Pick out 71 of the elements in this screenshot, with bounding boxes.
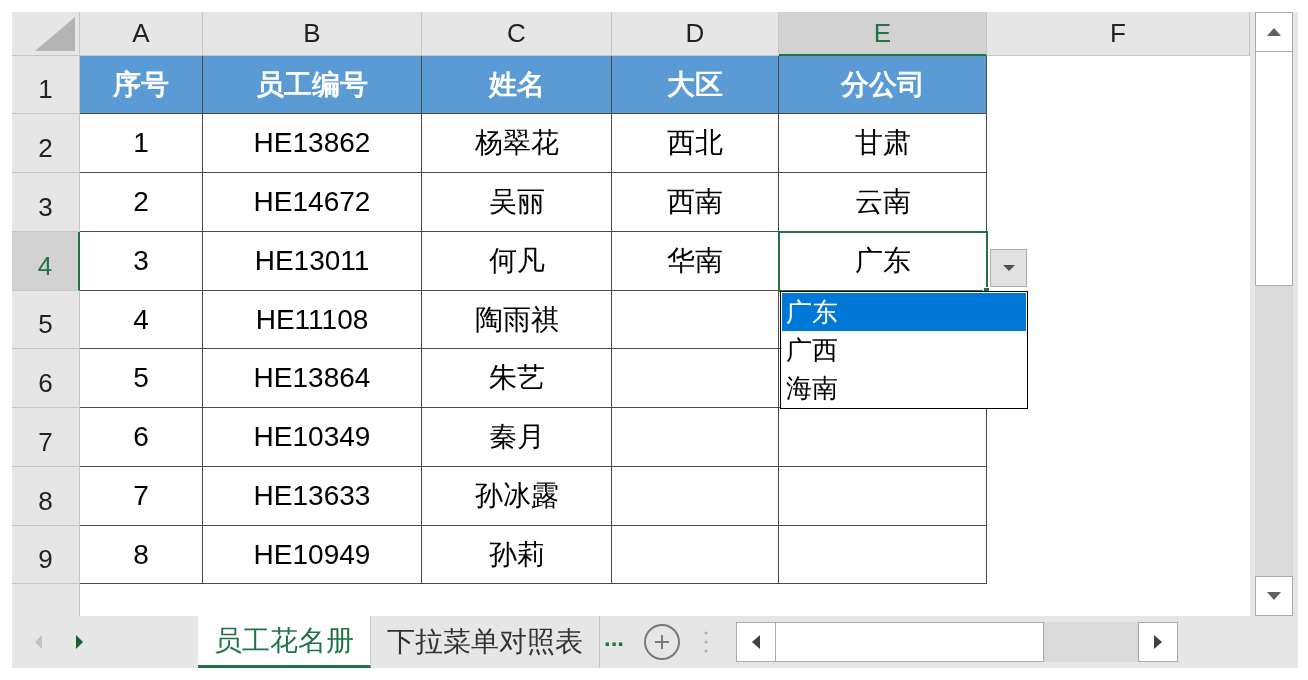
table-cell: 5 — [80, 349, 203, 408]
more-tabs-ellipsis[interactable]: ... — [604, 626, 624, 650]
left-arrow-icon — [34, 635, 42, 649]
table-cell: 8 — [80, 526, 203, 584]
left-arrow-icon — [752, 635, 760, 649]
dropdown-button[interactable] — [990, 249, 1027, 287]
table-cell[interactable]: 广东 — [779, 232, 987, 291]
table-cell: 吴丽 — [422, 173, 612, 232]
row-header[interactable]: 3 — [12, 173, 80, 232]
table-cell: HE11108 — [203, 291, 422, 349]
table-cell: 朱艺 — [422, 349, 612, 408]
header-cell: 员工编号 — [203, 56, 422, 114]
table-cell: 3 — [80, 232, 203, 291]
new-sheet-button[interactable] — [644, 624, 680, 660]
table-cell: HE10349 — [203, 408, 422, 467]
row-header[interactable]: 1 — [12, 56, 80, 114]
header-cell: 序号 — [80, 56, 203, 114]
table-cell: 西北 — [612, 114, 779, 173]
plus-icon — [654, 634, 670, 650]
table-cell: 甘肃 — [779, 114, 987, 173]
dropdown-option[interactable]: 广西 — [782, 331, 1026, 369]
table-cell: 云南 — [779, 173, 987, 232]
table-cell: 陶雨祺 — [422, 291, 612, 349]
table-cell: HE13862 — [203, 114, 422, 173]
row-header[interactable]: 7 — [12, 408, 80, 467]
dropdown-option[interactable]: 广东 — [782, 293, 1026, 331]
table-cell: 秦月 — [422, 408, 612, 467]
table-cell: 西南 — [612, 173, 779, 232]
header-cell: 姓名 — [422, 56, 612, 114]
row-header[interactable]: 4 — [12, 232, 80, 291]
table-cell: 何凡 — [422, 232, 612, 291]
table-cell: 1 — [80, 114, 203, 173]
down-arrow-icon — [1267, 592, 1281, 600]
header-cell: 大区 — [612, 56, 779, 114]
column-header[interactable]: E — [779, 12, 987, 56]
table-cell: 华南 — [612, 232, 779, 291]
right-arrow-icon — [1154, 635, 1162, 649]
scroll-thumb[interactable] — [1255, 52, 1293, 286]
table-cell: HE13633 — [203, 467, 422, 526]
table-cell: 杨翠花 — [422, 114, 612, 173]
row-header[interactable]: 9 — [12, 526, 80, 584]
table-cell: 4 — [80, 291, 203, 349]
table-cell: 6 — [80, 408, 203, 467]
column-header[interactable]: A — [80, 12, 203, 56]
row-header[interactable]: 5 — [12, 291, 80, 349]
header-cell: 分公司 — [779, 56, 987, 114]
scroll-thumb[interactable] — [776, 622, 1044, 662]
scroll-up-button[interactable] — [1255, 12, 1293, 52]
column-header[interactable]: D — [612, 12, 779, 56]
table-cell: 7 — [80, 467, 203, 526]
table-cell: 2 — [80, 173, 203, 232]
dropdown-option[interactable]: 海南 — [782, 369, 1026, 407]
sheet-tab[interactable]: 员工花名册 — [198, 616, 371, 668]
column-header[interactable]: F — [987, 12, 1250, 56]
table-cell: 孙冰露 — [422, 467, 612, 526]
column-header[interactable]: C — [422, 12, 612, 56]
row-header[interactable]: 6 — [12, 349, 80, 408]
up-arrow-icon — [1267, 28, 1281, 36]
scroll-down-button[interactable] — [1255, 576, 1293, 616]
scroll-right-button[interactable] — [1138, 622, 1178, 662]
table-cell: HE13864 — [203, 349, 422, 408]
caret-icon — [1002, 265, 1015, 271]
right-arrow-icon — [75, 635, 83, 649]
row-header[interactable]: 8 — [12, 467, 80, 526]
table-cell: HE14672 — [203, 173, 422, 232]
table-cell: HE10949 — [203, 526, 422, 584]
table-cell: HE13011 — [203, 232, 422, 291]
table-cell: 孙莉 — [422, 526, 612, 584]
column-header[interactable]: B — [203, 12, 422, 56]
row-header[interactable]: 2 — [12, 114, 80, 173]
scroll-left-button[interactable] — [736, 622, 776, 662]
